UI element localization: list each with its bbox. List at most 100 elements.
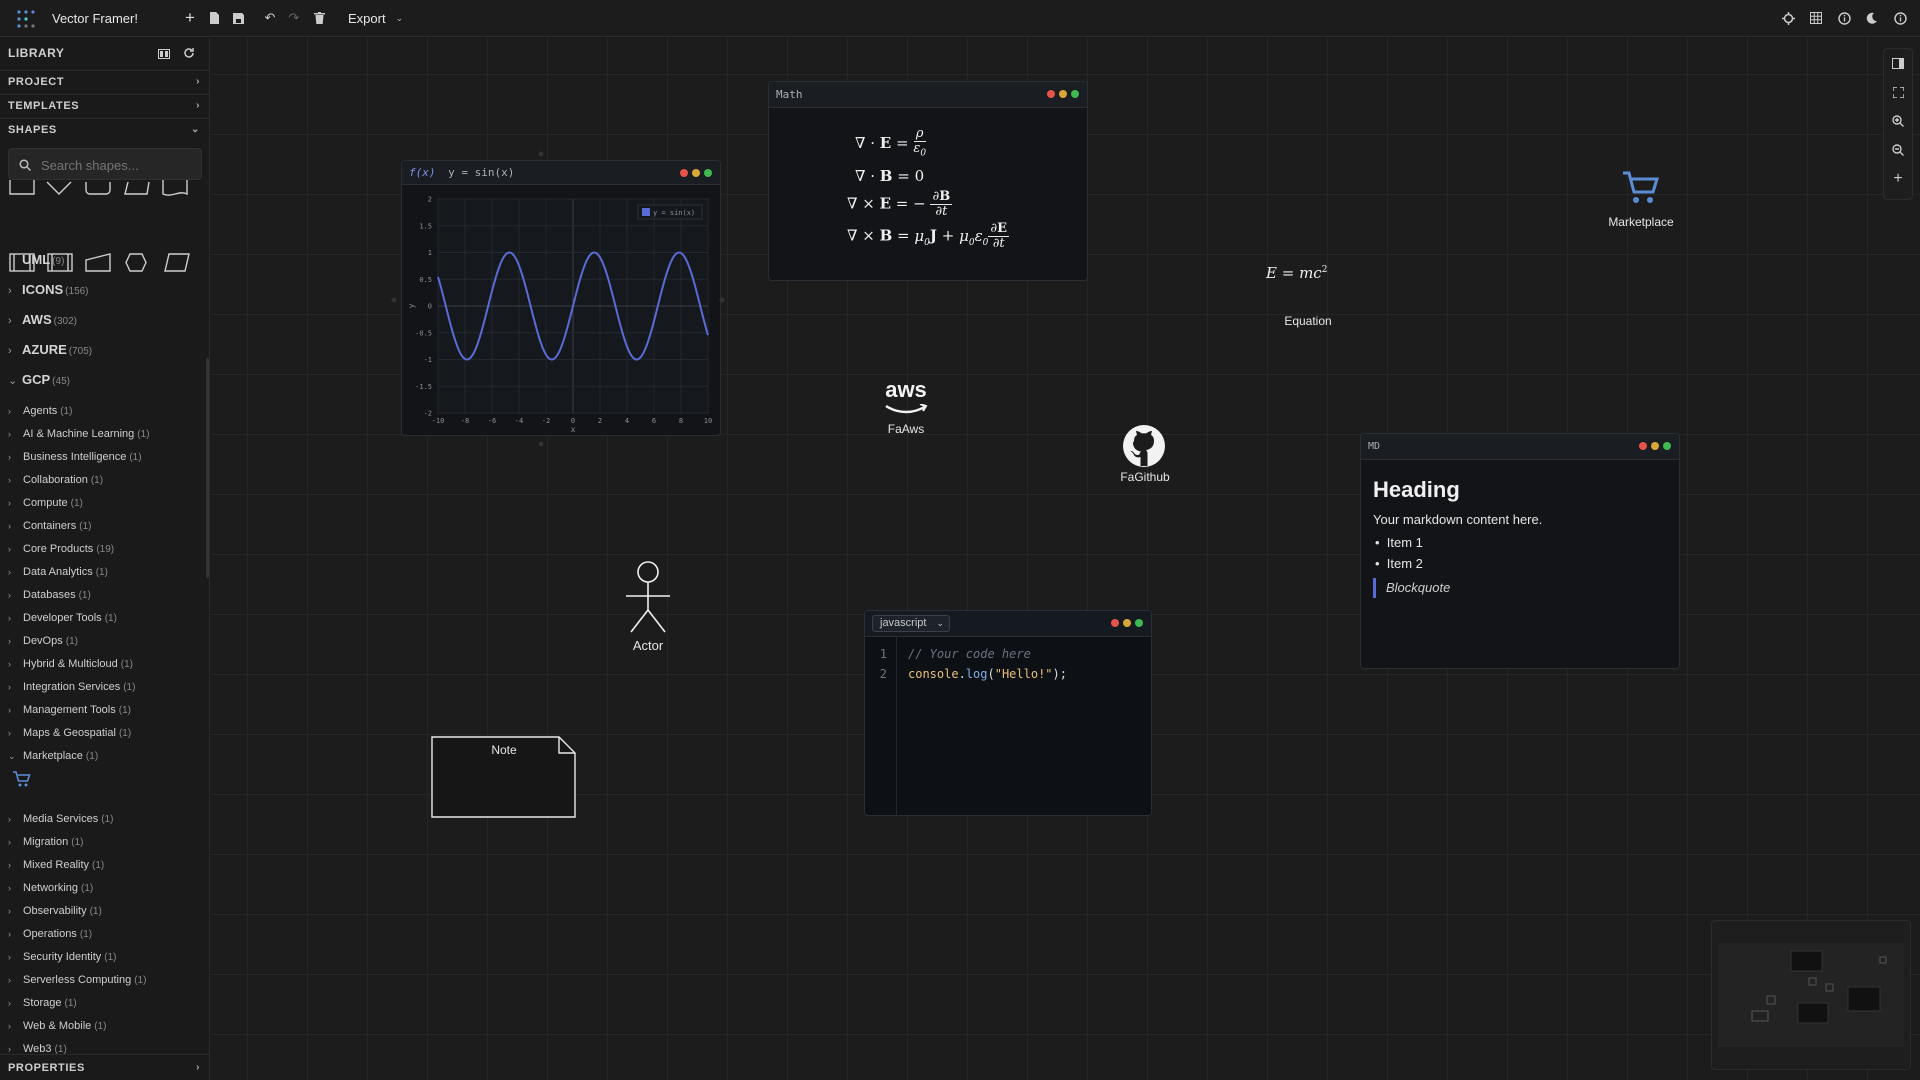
markdown-node[interactable]: MD Heading Your markdown content here. •… xyxy=(1360,433,1680,669)
gcp-subcategory-databases[interactable]: › Databases (1) xyxy=(8,589,91,601)
redo-button[interactable]: ↷ xyxy=(284,8,304,28)
grid-toggle-button[interactable] xyxy=(1806,8,1826,28)
minimize-dot[interactable] xyxy=(1651,442,1659,450)
minimize-dot[interactable] xyxy=(692,169,700,177)
maximize-dot[interactable] xyxy=(1135,619,1143,627)
code-object: console xyxy=(908,667,959,681)
close-dot[interactable] xyxy=(1047,90,1055,98)
info-button[interactable] xyxy=(1890,8,1910,28)
help-button[interactable] xyxy=(1834,8,1854,28)
chevron-down-icon: ⌄ xyxy=(8,751,16,761)
app-logo-icon[interactable] xyxy=(14,7,38,31)
theme-toggle-button[interactable] xyxy=(1862,8,1882,28)
subcategory-count: (19) xyxy=(96,544,115,555)
aws-icon[interactable]: aws xyxy=(881,379,931,419)
sidebar-scrollbar[interactable] xyxy=(206,358,209,578)
github-icon[interactable] xyxy=(1122,424,1166,468)
export-menu-button[interactable]: Export ⌄ xyxy=(344,6,407,30)
gcp-subcategory-collaboration[interactable]: › Collaboration (1) xyxy=(8,474,103,486)
refresh-library-button[interactable] xyxy=(183,46,199,60)
gcp-subcategory-marketplace[interactable]: ⌄ Marketplace (1) xyxy=(8,750,98,762)
gcp-subcategory-hybrid-multicloud[interactable]: › Hybrid & Multicloud (1) xyxy=(8,658,133,670)
resize-handle-right[interactable] xyxy=(719,297,725,303)
gcp-subcategory-media-services[interactable]: › Media Services (1) xyxy=(8,813,113,825)
gcp-subcategory-data-analytics[interactable]: › Data Analytics (1) xyxy=(8,566,108,578)
drawing-canvas[interactable]: f(x) y = sin(x) -10 -8 -6 -4 -2 0 2 4 6 8 10 2 1.5 1 0… xyxy=(211,38,1920,1080)
gcp-subcategory-web-mobile[interactable]: › Web & Mobile (1) xyxy=(8,1020,107,1032)
markdown-heading: Heading xyxy=(1373,477,1460,502)
marketplace-node[interactable] xyxy=(1621,169,1661,209)
code-node[interactable]: javascript ⌄ 1 2 // Your code here conso… xyxy=(864,610,1152,816)
gcp-subcategory-containers[interactable]: › Containers (1) xyxy=(8,520,91,532)
subcategory-name: AI & Machine Learning xyxy=(23,428,135,440)
gcp-subcategory-observability[interactable]: › Observability (1) xyxy=(8,905,102,917)
gcp-subcategory-integration-services[interactable]: › Integration Services (1) xyxy=(8,681,135,693)
subcategory-name: Integration Services xyxy=(23,681,121,693)
resize-handle-top[interactable] xyxy=(538,151,544,157)
chevron-right-icon: › xyxy=(196,76,200,87)
gcp-subcategory-ai-machine-learning[interactable]: › AI & Machine Learning (1) xyxy=(8,428,150,440)
maximize-dot[interactable] xyxy=(704,169,712,177)
save-button[interactable] xyxy=(228,8,248,28)
delete-button[interactable] xyxy=(309,8,329,28)
open-file-button[interactable] xyxy=(204,8,224,28)
gcp-subcategory-core-products[interactable]: › Core Products (19) xyxy=(8,543,114,555)
gcp-subcategory-operations[interactable]: › Operations (1) xyxy=(8,928,92,940)
uml-actor-icon[interactable] xyxy=(623,560,673,634)
category-aws[interactable]: › AWS (302) xyxy=(8,312,77,327)
category-uml[interactable]: › UML (9) xyxy=(8,252,64,267)
close-dot[interactable] xyxy=(1111,619,1119,627)
gcp-subcategory-compute[interactable]: › Compute (1) xyxy=(8,497,83,509)
gcp-subcategory-business-intelligence[interactable]: › Business Intelligence (1) xyxy=(8,451,142,463)
collapse-library-button[interactable] xyxy=(158,46,174,60)
gcp-subcategory-mixed-reality[interactable]: › Mixed Reality (1) xyxy=(8,859,104,871)
add-button[interactable]: + xyxy=(1884,165,1912,193)
section-templates[interactable]: TEMPLATES › xyxy=(0,94,209,116)
gcp-subcategory-devops[interactable]: › DevOps (1) xyxy=(8,635,78,647)
plot-node[interactable]: f(x) y = sin(x) -10 -8 -6 -4 -2 0 2 4 6 8 10 2 1.5 1 0… xyxy=(401,160,721,436)
code-line[interactable]: console.log("Hello!"); xyxy=(908,667,1067,681)
close-dot[interactable] xyxy=(1639,442,1647,450)
math-node[interactable]: Math ∇ · E = ρ ε0 ∇ · B = 0 ∇ × E = − ∂B ∂… xyxy=(768,81,1088,281)
chevron-right-icon: › xyxy=(8,475,11,485)
gcp-subcategory-maps-geospatial[interactable]: › Maps & Geospatial (1) xyxy=(8,727,131,739)
resize-handle-left[interactable] xyxy=(391,297,397,303)
subcategory-name: Compute xyxy=(23,497,68,509)
legend-label: y = sin(x) xyxy=(653,209,695,217)
code-comment[interactable]: // Your code here xyxy=(908,647,1031,661)
zoom-in-button[interactable] xyxy=(1884,107,1912,135)
language-select[interactable]: javascript ⌄ xyxy=(872,615,950,632)
category-azure[interactable]: › AZURE (705) xyxy=(8,342,92,357)
maximize-dot[interactable] xyxy=(1663,442,1671,450)
gcp-subcategory-storage[interactable]: › Storage (1) xyxy=(8,997,77,1009)
zoom-out-button[interactable] xyxy=(1884,136,1912,164)
equation-node-formula[interactable]: E = mc2 xyxy=(1266,264,1327,282)
minimize-dot[interactable] xyxy=(1059,90,1067,98)
gcp-subcategory-agents[interactable]: › Agents (1) xyxy=(8,405,72,417)
target-button[interactable] xyxy=(1778,8,1798,28)
resize-handle-bottom[interactable] xyxy=(538,441,544,447)
search-input[interactable] xyxy=(41,155,191,175)
gcp-subcategory-migration[interactable]: › Migration (1) xyxy=(8,836,83,848)
fit-screen-button[interactable] xyxy=(1884,78,1912,106)
category-icons[interactable]: › ICONS (156) xyxy=(8,282,89,297)
toggle-panel-button[interactable] xyxy=(1884,49,1912,77)
section-shapes[interactable]: SHAPES ⌄ xyxy=(0,118,209,140)
category-gcp[interactable]: ⌄ GCP (45) xyxy=(8,372,70,387)
gcp-subcategory-serverless-computing[interactable]: › Serverless Computing (1) xyxy=(8,974,146,986)
new-shape-button[interactable]: + xyxy=(180,8,200,28)
gcp-subcategory-security-identity[interactable]: › Security Identity (1) xyxy=(8,951,117,963)
maximize-dot[interactable] xyxy=(1071,90,1079,98)
gcp-subcategory-developer-tools[interactable]: › Developer Tools (1) xyxy=(8,612,117,624)
subcategory-count: (1) xyxy=(89,906,102,917)
undo-button[interactable]: ↶ xyxy=(260,8,280,28)
minimap[interactable] xyxy=(1711,920,1911,1070)
minimize-dot[interactable] xyxy=(1123,619,1131,627)
marketplace-shape-tile[interactable] xyxy=(12,770,32,790)
close-dot[interactable] xyxy=(680,169,688,177)
gcp-subcategory-management-tools[interactable]: › Management Tools (1) xyxy=(8,704,131,716)
section-project[interactable]: PROJECT › xyxy=(0,70,209,92)
section-properties[interactable]: PROPERTIES › xyxy=(0,1054,209,1080)
gcp-subcategory-networking[interactable]: › Networking (1) xyxy=(8,882,93,894)
y-tick-label: 1.5 xyxy=(419,222,432,230)
